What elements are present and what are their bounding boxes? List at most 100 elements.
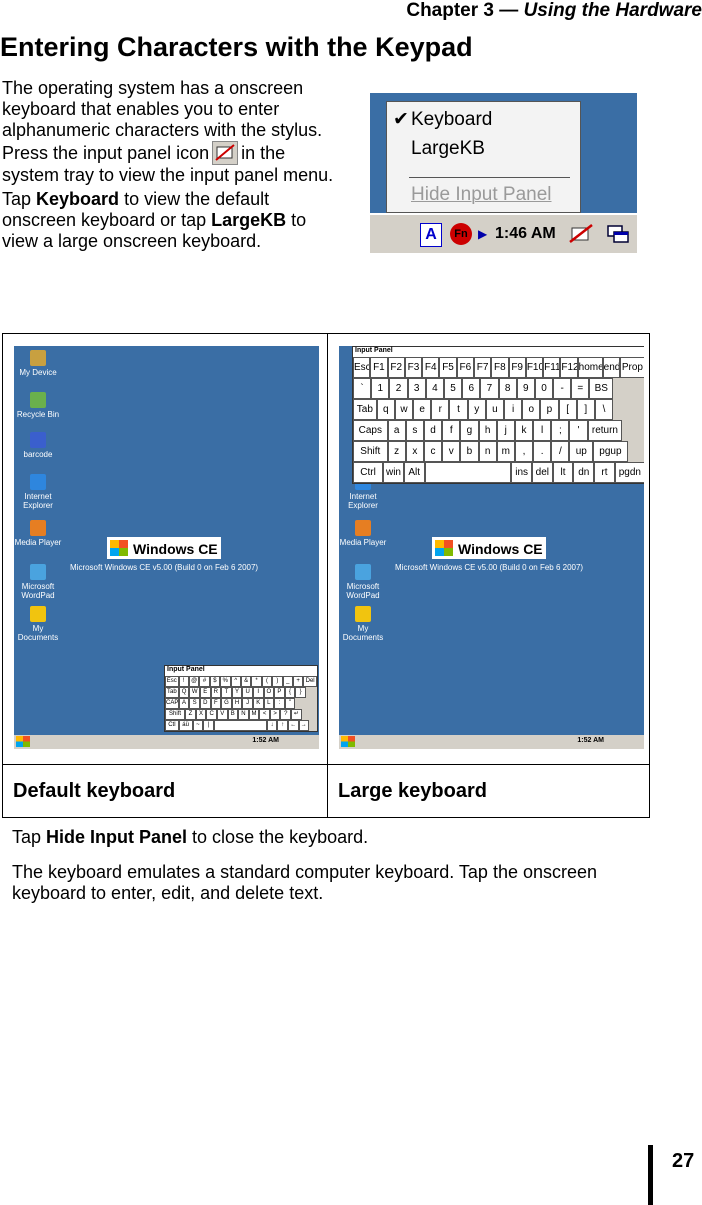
keyboard-key[interactable]: "	[284, 698, 296, 709]
keyboard-key[interactable]	[424, 462, 512, 483]
keyboard-key[interactable]: i	[503, 399, 523, 420]
keyboard-key[interactable]: F4	[422, 357, 440, 378]
keyboard-key[interactable]: F6	[456, 357, 474, 378]
keyboard-key[interactable]: n	[478, 441, 497, 462]
keyboard-key[interactable]: t	[449, 399, 468, 420]
keyboard-key[interactable]: !	[178, 676, 189, 687]
keyboard-key[interactable]: F5	[439, 357, 457, 378]
keyboard-key[interactable]: o	[522, 399, 541, 420]
keyboard-key[interactable]: (	[261, 676, 273, 687]
keyboard-key[interactable]: J	[242, 698, 253, 709]
keyboard-key[interactable]: H	[231, 698, 243, 709]
keyboard-key[interactable]: ;	[551, 420, 570, 441]
keyboard-key[interactable]: C	[206, 709, 217, 720]
keyboard-key[interactable]: F3	[404, 357, 423, 378]
keyboard-key[interactable]: )	[272, 676, 283, 687]
keyboard-key[interactable]: d	[423, 420, 443, 441]
keyboard-key[interactable]: Ctl	[165, 720, 179, 731]
keyboard-key[interactable]: ↑	[277, 720, 288, 731]
keyboard-key[interactable]: +	[292, 676, 304, 687]
keyboard-key[interactable]: 5	[443, 378, 463, 399]
keyboard-key[interactable]: Tab	[353, 399, 377, 420]
keyboard-key[interactable]: Q	[178, 687, 190, 698]
keyboard-key[interactable]: $	[209, 676, 221, 687]
keyboard-key[interactable]: F1	[370, 357, 388, 378]
desktop-icon[interactable]: My Documents	[339, 606, 387, 642]
menu-item-keyboard[interactable]: ✔ Keyboard	[393, 108, 492, 131]
desktop-icon[interactable]: My Device	[14, 350, 62, 377]
keyboard-key[interactable]: 9	[516, 378, 535, 399]
keyboard-key[interactable]: {	[284, 687, 296, 698]
keyboard-key[interactable]: up	[569, 441, 594, 462]
keyboard-key[interactable]	[213, 720, 267, 731]
keyboard-key[interactable]: q	[376, 399, 395, 420]
keyboard-key[interactable]: ^	[230, 676, 241, 687]
keyboard-key[interactable]: ins	[511, 462, 532, 483]
desktop-icon[interactable]: Microsoft WordPad	[14, 564, 62, 600]
keyboard-key[interactable]: S	[189, 698, 200, 709]
keyboard-key[interactable]: s	[405, 420, 424, 441]
keyboard-key[interactable]: M	[248, 709, 260, 720]
keyboard-key[interactable]: Esc	[353, 357, 371, 378]
keyboard-key[interactable]: ←	[287, 720, 299, 731]
keyboard-key[interactable]: .	[533, 441, 552, 462]
keyboard-key[interactable]: F11	[543, 357, 561, 378]
keyboard-key[interactable]: 6	[462, 378, 481, 399]
keyboard-key[interactable]: a	[387, 420, 406, 441]
keyboard-key[interactable]: F7	[473, 357, 492, 378]
keyboard-key[interactable]: \	[594, 399, 614, 420]
keyboard-key[interactable]: 2	[389, 378, 408, 399]
keyboard-key[interactable]: f	[442, 420, 461, 441]
keyboard-key[interactable]: A	[178, 698, 190, 709]
keyboard-key[interactable]: ↓	[266, 720, 278, 731]
keyboard-key[interactable]: áü	[178, 720, 193, 731]
keyboard-key[interactable]: l	[533, 420, 552, 441]
keyboard-key[interactable]: 3	[407, 378, 426, 399]
keyboard-key[interactable]: '	[569, 420, 588, 441]
keyboard-key[interactable]: X	[195, 709, 207, 720]
keyboard-key[interactable]: ,	[514, 441, 534, 462]
keyboard-key[interactable]: lt	[552, 462, 574, 483]
input-panel-tray-icon[interactable]	[568, 223, 594, 245]
keyboard-key[interactable]: :	[274, 698, 285, 709]
keyboard-key[interactable]: z	[387, 441, 406, 462]
keyboard-key[interactable]: *	[251, 676, 262, 687]
keyboard-key[interactable]: G	[221, 698, 232, 709]
keyboard-key[interactable]: B	[227, 709, 239, 720]
keyboard-key[interactable]: e	[413, 399, 432, 420]
keyboard-key[interactable]: }	[295, 687, 306, 698]
fn-key-icon[interactable]: Fn	[450, 223, 472, 245]
keyboard-key[interactable]: -	[553, 378, 572, 399]
menu-item-largekb[interactable]: LargeKB	[411, 138, 485, 160]
keyboard-key[interactable]: CAP	[165, 698, 179, 709]
keyboard-key[interactable]: ~	[192, 720, 204, 731]
keyboard-key[interactable]: %	[220, 676, 231, 687]
keyboard-key[interactable]: w	[394, 399, 414, 420]
keyboard-key[interactable]: Prop	[619, 357, 644, 378]
keyboard-key[interactable]: 1	[371, 378, 390, 399]
keyboard-key[interactable]: p	[540, 399, 559, 420]
keyboard-key[interactable]: &	[240, 676, 252, 687]
keyboard-key[interactable]: O	[263, 687, 275, 698]
keyboard-key[interactable]: Del	[303, 676, 317, 687]
keyboard-key[interactable]: Ctrl	[353, 462, 384, 483]
keyboard-key[interactable]: F2	[387, 357, 405, 378]
keyboard-key[interactable]: m	[496, 441, 515, 462]
keyboard-key[interactable]: /	[551, 441, 570, 462]
keyboard-key[interactable]: x	[405, 441, 424, 462]
keyboard-key[interactable]: del	[532, 462, 553, 483]
desktop-icon[interactable]: Internet Explorer	[14, 474, 62, 510]
input-mode-a-icon[interactable]: A	[420, 223, 442, 247]
desktop-icon[interactable]: Microsoft WordPad	[339, 564, 387, 600]
keyboard-key[interactable]: BS	[589, 378, 614, 399]
keyboard-key[interactable]: Tab	[165, 687, 179, 698]
keyboard-key[interactable]: I	[252, 687, 264, 698]
desktop-icon[interactable]: My Documents	[14, 606, 62, 642]
keyboard-key[interactable]: L	[263, 698, 275, 709]
keyboard-key[interactable]: F	[210, 698, 222, 709]
keyboard-key[interactable]: V	[216, 709, 228, 720]
keyboard-key[interactable]: E	[199, 687, 211, 698]
keyboard-key[interactable]: #	[199, 676, 210, 687]
start-button[interactable]	[341, 736, 355, 747]
keyboard-key[interactable]: U	[242, 687, 253, 698]
